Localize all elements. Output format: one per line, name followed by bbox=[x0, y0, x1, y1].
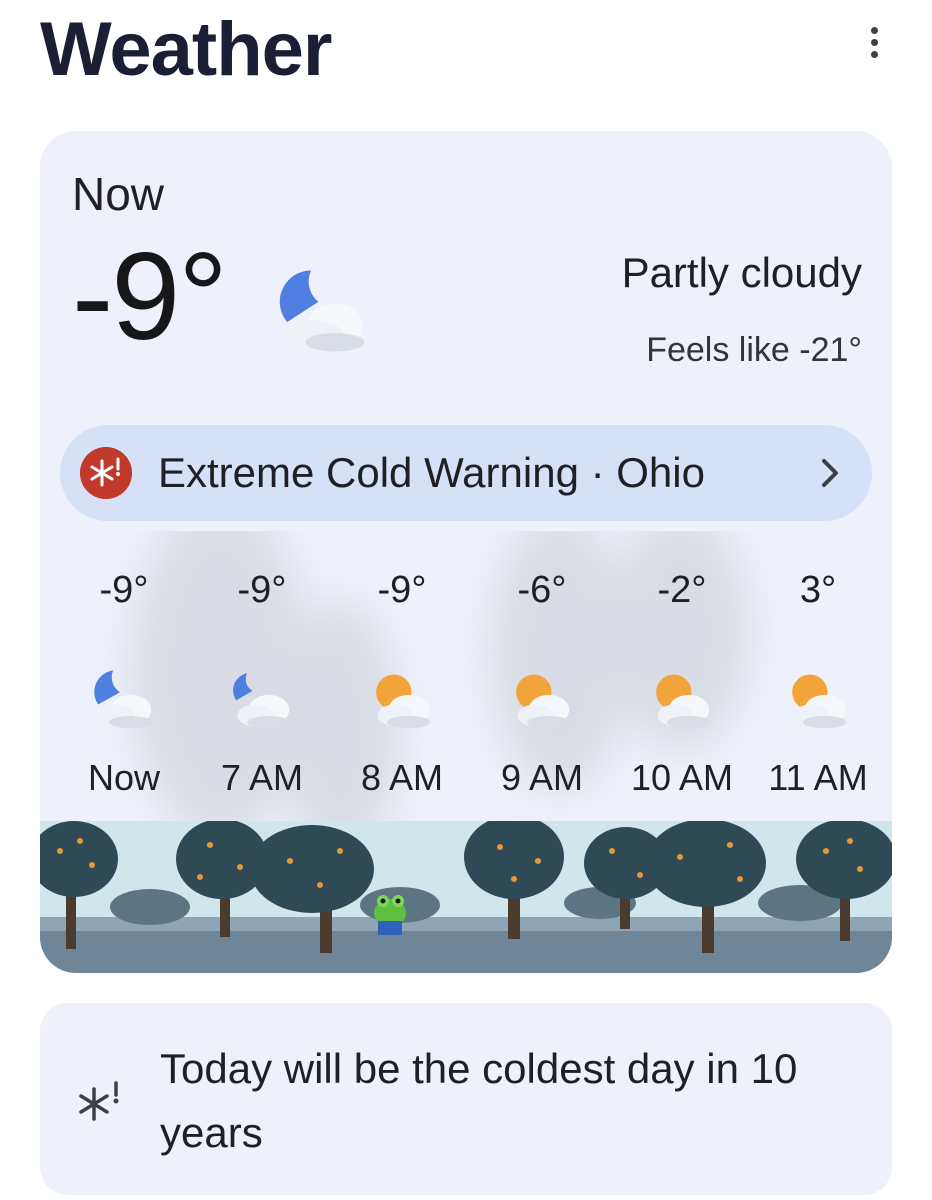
alert-text: Extreme Cold Warning · Ohio bbox=[158, 449, 705, 496]
hourly-temperature: 3° bbox=[799, 569, 837, 611]
feels-like-text: Feels like -21° bbox=[646, 331, 862, 369]
hourly-temperature: -9° bbox=[237, 569, 287, 611]
hourly-item: -9° 8 AM bbox=[342, 569, 462, 799]
hourly-temperature: -9° bbox=[377, 569, 427, 611]
hourly-time-label: 9 AM bbox=[500, 757, 584, 798]
weather-alert-chip[interactable]: Extreme Cold Warning · Ohio bbox=[60, 425, 872, 521]
partly-cloudy-day-icon bbox=[516, 674, 571, 729]
condition-text: Partly cloudy bbox=[621, 249, 862, 296]
current-weather-card[interactable]: Now -9° Partly cloudy Feels like -21° Ex… bbox=[40, 131, 892, 973]
insight-card[interactable]: Today will be the coldest day in 10 year… bbox=[40, 1003, 892, 1195]
hourly-item: -2° 10 AM bbox=[622, 569, 742, 799]
insight-text: Today will be the coldest day in 10 year… bbox=[160, 1045, 798, 1156]
app-title: Weather bbox=[40, 7, 332, 92]
extreme-cold-icon bbox=[79, 1081, 119, 1121]
hourly-time-label: 11 AM bbox=[768, 757, 868, 798]
hourly-time-label: Now bbox=[87, 757, 161, 798]
hourly-item: -9° 7 AM bbox=[202, 569, 322, 799]
hourly-temperature: -6° bbox=[517, 569, 567, 611]
partly-cloudy-night-icon bbox=[94, 670, 153, 729]
now-label: Now bbox=[72, 168, 165, 220]
hourly-temperature: -2° bbox=[657, 569, 707, 611]
partly-cloudy-night-icon bbox=[279, 270, 365, 352]
partly-cloudy-night-icon bbox=[233, 673, 291, 729]
more-vert-icon-dot bbox=[870, 50, 878, 58]
more-vert-icon-dot bbox=[870, 38, 878, 46]
scenery-illustration bbox=[40, 821, 892, 973]
hourly-time-label: 7 AM bbox=[220, 757, 304, 798]
partly-cloudy-day-icon bbox=[656, 674, 711, 729]
partly-cloudy-day-icon bbox=[792, 674, 847, 729]
hourly-time-label: 10 AM bbox=[630, 757, 734, 798]
hourly-item: -6° 9 AM bbox=[482, 569, 602, 799]
hourly-item: -9° Now bbox=[64, 569, 184, 799]
current-temperature: -9° bbox=[72, 228, 228, 366]
hourly-temperature: -9° bbox=[99, 569, 149, 611]
more-vert-icon bbox=[870, 26, 878, 34]
hourly-time-label: 8 AM bbox=[360, 757, 444, 798]
frog-mascot bbox=[374, 895, 406, 935]
hourly-item: 3° 11 AM bbox=[758, 569, 878, 799]
extreme-cold-icon bbox=[80, 447, 132, 499]
partly-cloudy-day-icon bbox=[376, 674, 431, 729]
chevron-right-icon bbox=[822, 459, 838, 487]
more-options-button[interactable] bbox=[852, 20, 896, 64]
